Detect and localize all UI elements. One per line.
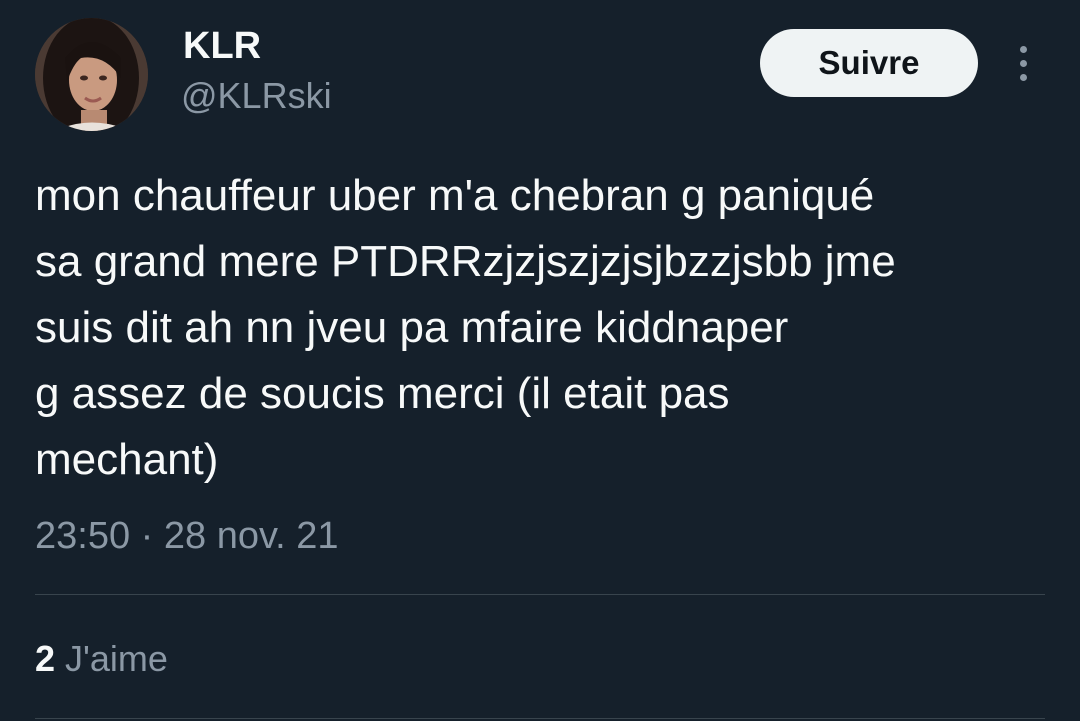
tweet-date: 28 nov. 21 bbox=[163, 515, 339, 557]
tweet-timestamp[interactable]: 23:50 · 28 nov. 21 bbox=[35, 513, 339, 559]
user-handle[interactable]: @KLRski bbox=[181, 75, 332, 117]
display-name[interactable]: KLR bbox=[183, 24, 261, 68]
likes-stat[interactable]: 2 J'aime bbox=[35, 637, 168, 681]
follow-button[interactable]: Suivre bbox=[760, 29, 978, 97]
profile-photo-icon bbox=[35, 18, 148, 131]
divider bbox=[35, 718, 1045, 719]
avatar[interactable] bbox=[35, 18, 148, 131]
divider bbox=[35, 594, 1045, 595]
more-vertical-icon bbox=[1019, 45, 1027, 53]
more-options-button[interactable] bbox=[1008, 40, 1038, 86]
likes-count: 2 bbox=[35, 638, 56, 679]
more-vertical-icon bbox=[1019, 73, 1027, 81]
meta-separator: · bbox=[130, 515, 164, 557]
tweet-time: 23:50 bbox=[35, 515, 131, 557]
tweet-text: mon chauffeur uber m'a chebran g paniqué… bbox=[35, 171, 896, 484]
more-vertical-icon bbox=[1019, 59, 1027, 67]
likes-label: J'aime bbox=[55, 638, 168, 679]
